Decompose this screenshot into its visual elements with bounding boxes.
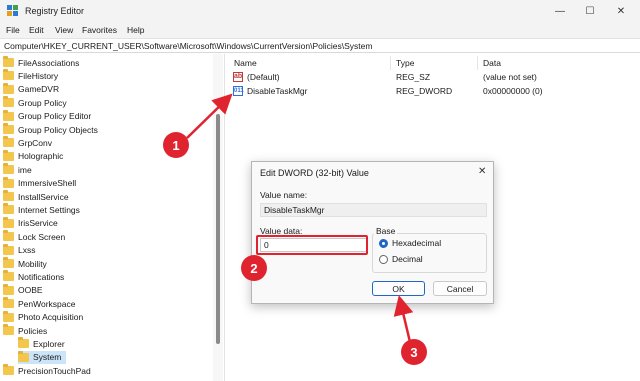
arrow-to-value xyxy=(186,93,233,139)
arrow-to-ok xyxy=(393,295,414,343)
step-3-badge: 3 xyxy=(401,339,427,365)
annotation-arrows xyxy=(186,93,414,343)
step-2-badge: 2 xyxy=(241,255,267,281)
step-1-badge: 1 xyxy=(163,132,189,158)
